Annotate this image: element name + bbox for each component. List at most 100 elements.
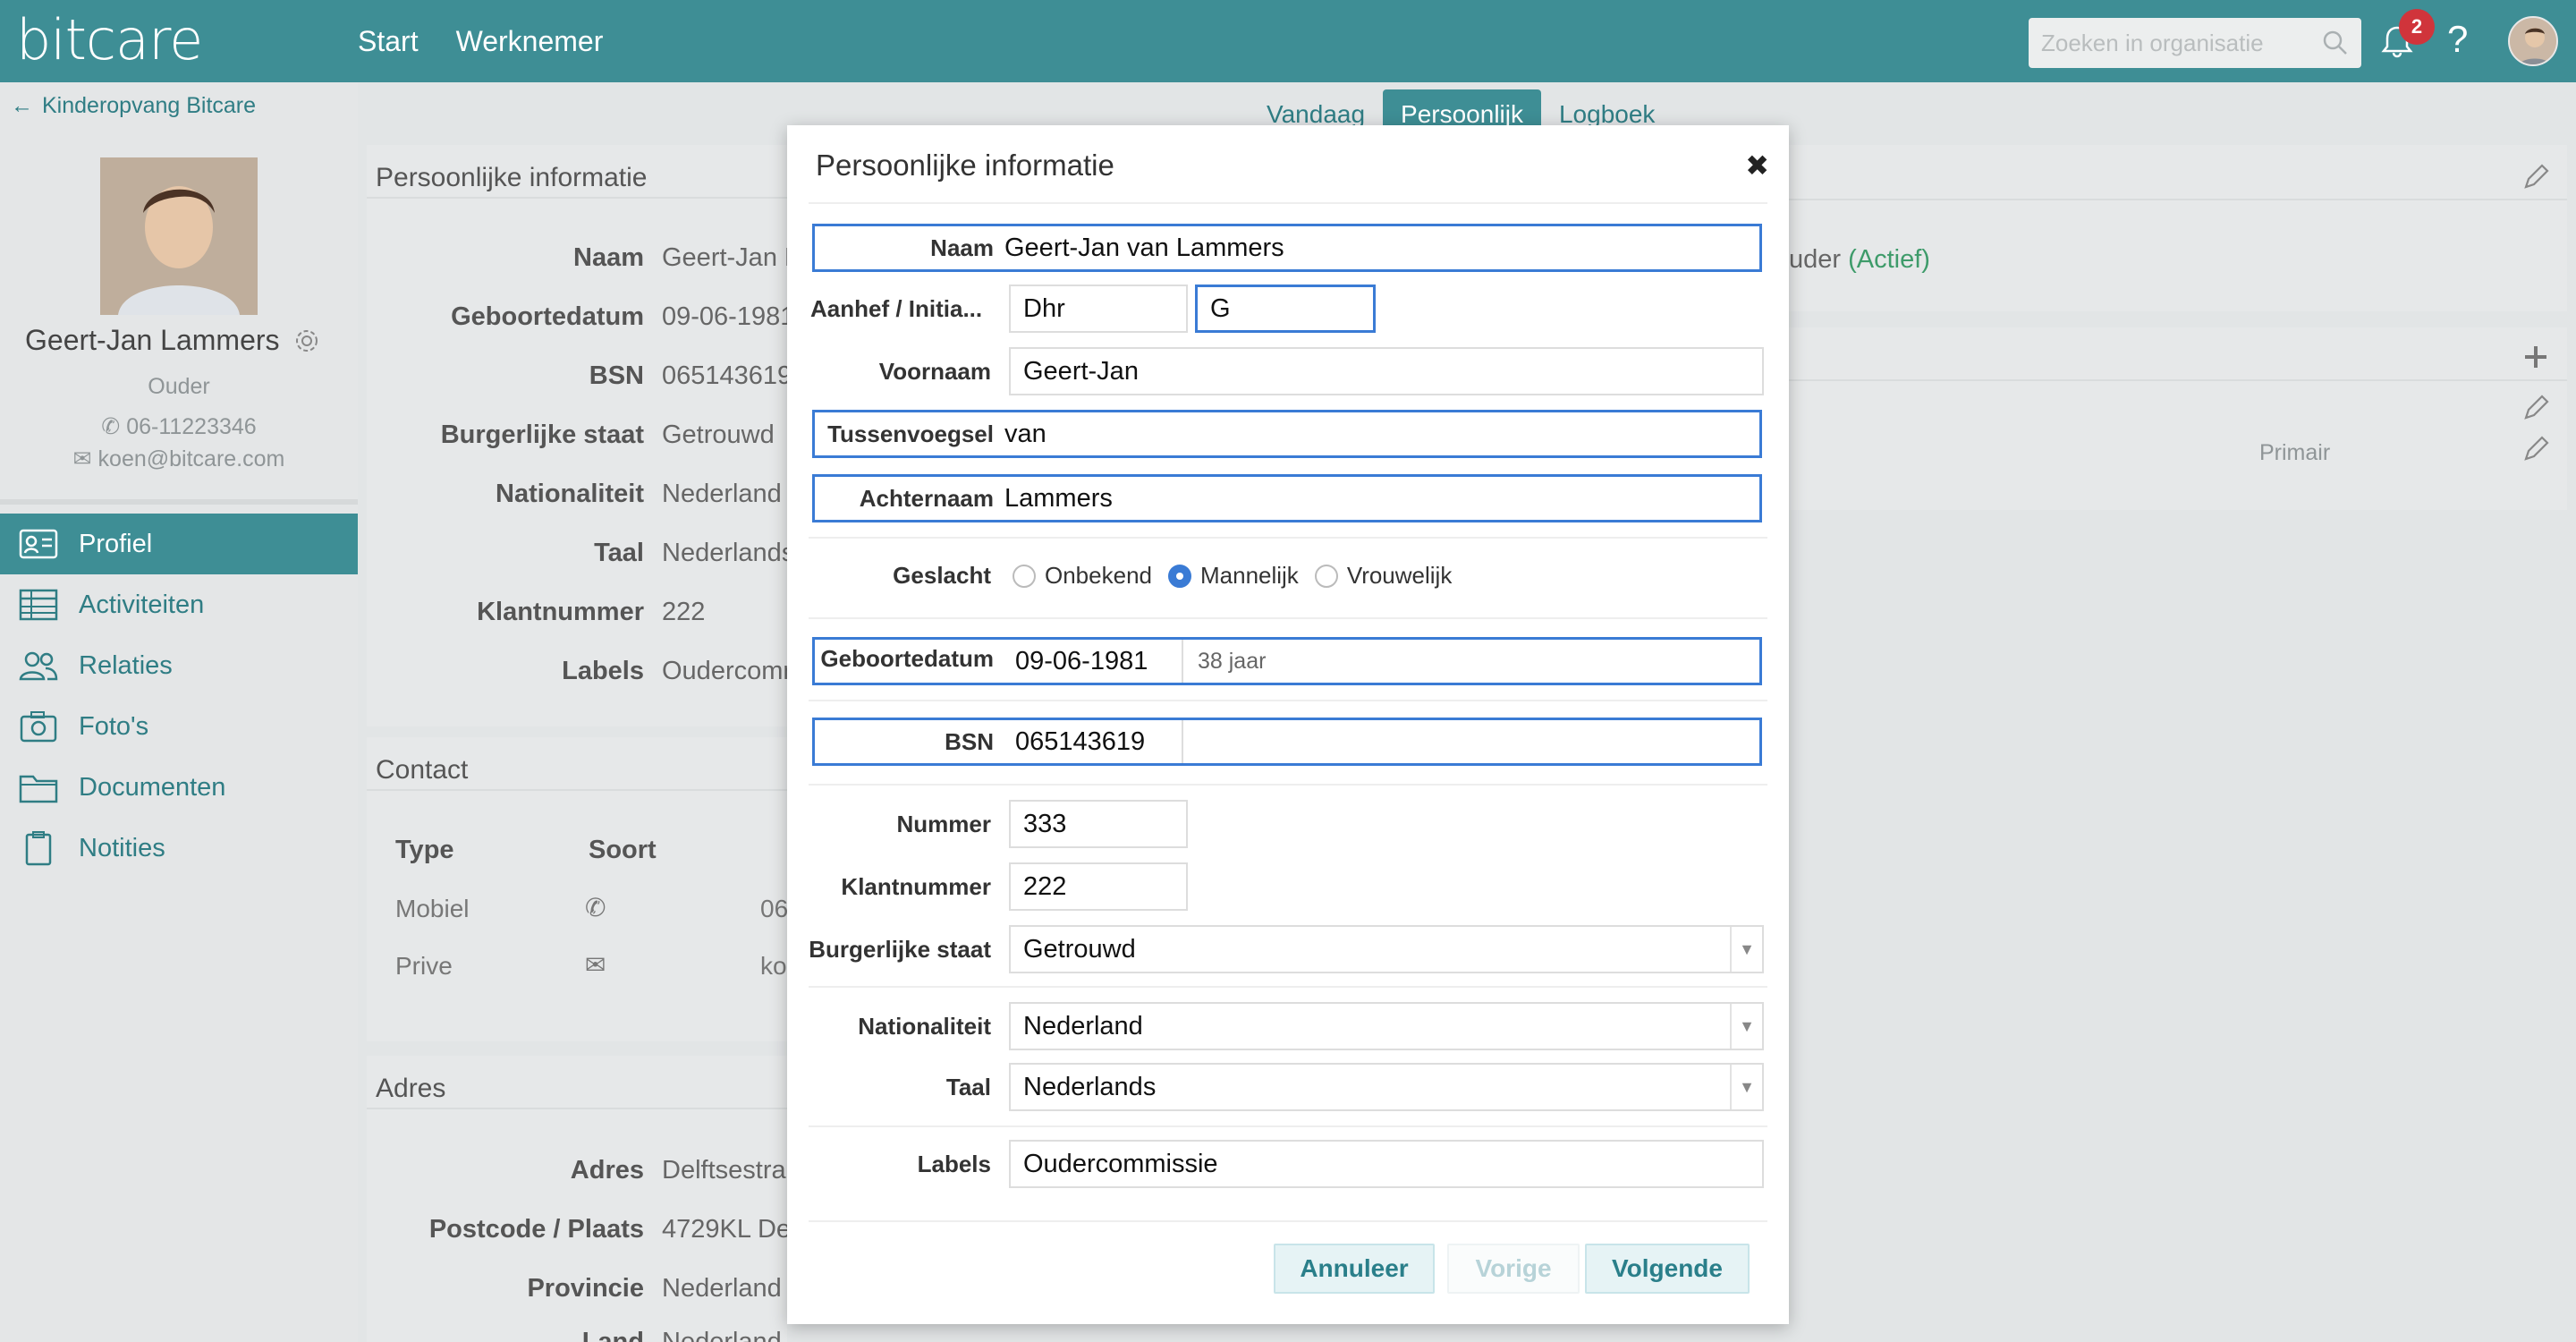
kv-value-adres: Delftsestra [662, 1156, 786, 1185]
burgerlijke-staat-label: Burgerlijke staat [809, 935, 991, 963]
klantnummer-field[interactable]: 222 [1009, 862, 1188, 911]
notification-badge[interactable]: 2 [2399, 9, 2435, 45]
aanhef-field[interactable]: Dhr [1009, 285, 1188, 333]
gear-icon[interactable] [292, 327, 321, 355]
naam-value[interactable]: Geert-Jan van Lammers [1004, 226, 1284, 269]
geboortedatum-value[interactable]: 09-06-1981 [1004, 640, 1183, 683]
initials-field[interactable]: G [1195, 285, 1376, 333]
app-logo[interactable]: bitcare [16, 7, 203, 72]
kv-label-adres: Adres [570, 1156, 644, 1185]
modal-divider [809, 1220, 1767, 1222]
sidebar-menu: Profiel Activiteiten Relaties Foto's Doc… [0, 514, 358, 879]
kv-value-postcode: 4729KL De [662, 1215, 792, 1244]
phone-icon: ✆ [585, 894, 606, 922]
kv-label-land: Land [581, 1328, 644, 1342]
tussenvoegsel-row: Tussenvoegsel van [812, 410, 1762, 458]
close-icon[interactable]: ✖ [1745, 149, 1769, 183]
radio-onbekend-label: Onbekend [1045, 562, 1152, 589]
role-label: uder [1789, 245, 1842, 274]
folder-icon [19, 775, 58, 803]
nav-werknemer[interactable]: Werknemer [456, 25, 604, 58]
sidebar-item-label: Profiel [79, 529, 153, 558]
contact-panel: Contact Type Soort Mobiel ✆ 06 Prive ✉ k… [367, 737, 788, 1041]
status-badge: (Actief) [1848, 245, 1930, 274]
top-nav: Start Werknemer [358, 25, 603, 58]
nationaliteit-select[interactable]: Nederland ▼ [1009, 1002, 1764, 1050]
help-icon[interactable]: ? [2447, 18, 2468, 61]
nummer-field[interactable]: 333 [1009, 800, 1188, 848]
primary-label: Primair [2259, 440, 2331, 465]
sidebar-item-relaties[interactable]: Relaties [0, 635, 358, 696]
profile-photo [100, 157, 258, 315]
search-icon[interactable] [2322, 30, 2349, 56]
role-panel: uder (Actief) [1789, 145, 2567, 311]
labels-field[interactable]: Oudercommissie [1009, 1140, 1764, 1188]
contact-value-prive: ko [760, 952, 787, 980]
kv-value-taal: Nederlands [662, 539, 795, 567]
profile-email[interactable]: ✉ koen@bitcare.com [0, 446, 358, 472]
sidebar-item-activiteiten[interactable]: Activiteiten [0, 574, 358, 635]
modal-title: Persoonlijke informatie [816, 149, 1114, 182]
sidebar-item-fotos[interactable]: Foto's [0, 696, 358, 757]
users-icon [19, 651, 58, 681]
previous-button[interactable]: Vorige [1447, 1244, 1580, 1294]
contact-header-type: Type [395, 836, 454, 864]
modal-divider [809, 537, 1767, 539]
tussenvoegsel-value[interactable]: van [1004, 412, 1046, 455]
back-link[interactable]: ← Kinderopvang Bitcare [11, 93, 256, 119]
kv-label-burgerlijke-staat: Burgerlijke staat [440, 420, 644, 449]
plus-icon[interactable] [2522, 344, 2549, 370]
taal-select[interactable]: Nederlands ▼ [1009, 1063, 1764, 1111]
nationaliteit-value: Nederland [1023, 1011, 1143, 1040]
pencil-icon[interactable] [2521, 435, 2551, 465]
sidebar-item-label: Documenten [79, 772, 226, 802]
kv-label-naam: Naam [573, 243, 644, 272]
pencil-icon[interactable] [2521, 163, 2551, 193]
sidebar-divider [0, 499, 358, 505]
id-card-icon [19, 529, 58, 559]
radio-mannelijk[interactable] [1167, 564, 1191, 588]
bsn-value[interactable]: 065143619 [1004, 720, 1183, 763]
age-label: 38 jaar [1198, 648, 1267, 674]
contact-title: Contact [367, 737, 787, 791]
kv-label-bsn: BSN [589, 361, 644, 390]
kv-label-labels: Labels [562, 657, 644, 685]
sidebar-item-documenten[interactable]: Documenten [0, 757, 358, 818]
arrow-left-icon: ← [11, 93, 33, 118]
chevron-down-icon: ▼ [1730, 1065, 1762, 1109]
kv-value-burgerlijke-staat: Getrouwd [662, 420, 775, 449]
radio-vrouwelijk-label: Vrouwelijk [1346, 562, 1453, 589]
clipboard-icon [25, 831, 52, 866]
kv-value-labels: Oudercomm [662, 657, 805, 685]
search-input[interactable]: Zoeken in organisatie [2029, 18, 2361, 68]
geslacht-label: Geslacht [893, 561, 991, 589]
cancel-button[interactable]: Annuleer [1274, 1244, 1435, 1294]
sidebar-item-label: Activiteiten [79, 590, 205, 619]
modal-divider [809, 700, 1767, 701]
user-avatar[interactable] [2508, 16, 2558, 66]
sidebar-item-profiel[interactable]: Profiel [0, 514, 358, 574]
table-icon [19, 589, 58, 621]
profile-name: Geert-Jan Lammers [25, 324, 280, 356]
sidebar-item-label: Relaties [79, 650, 173, 680]
kv-value-provincie: Nederland [662, 1274, 782, 1303]
taal-label: Taal [945, 1073, 991, 1100]
top-bar: bitcare Start Werknemer Zoeken in organi… [0, 0, 2576, 82]
naam-row: Naam Geert-Jan van Lammers [812, 224, 1762, 272]
nav-start[interactable]: Start [358, 25, 419, 58]
pencil-icon[interactable] [2521, 394, 2551, 424]
voornaam-field[interactable]: Geert-Jan [1009, 347, 1764, 395]
burgerlijke-staat-select[interactable]: Getrouwd ▼ [1009, 925, 1764, 973]
achternaam-value[interactable]: Lammers [1004, 477, 1113, 520]
next-button[interactable]: Volgende [1585, 1244, 1750, 1294]
radio-vrouwelijk[interactable] [1314, 564, 1338, 588]
kv-value-naam: Geert-Jan L [662, 243, 800, 272]
kv-label-taal: Taal [594, 539, 644, 567]
address-title: Adres [367, 1056, 787, 1109]
kv-value-geboortedatum: 09-06-1981 [662, 302, 795, 331]
radio-onbekend[interactable] [1013, 564, 1036, 588]
naam-label: Naam [930, 234, 994, 261]
modal-divider [809, 1125, 1767, 1127]
profile-phone: ✆ 06-11223346 [0, 413, 358, 440]
sidebar-item-notities[interactable]: Notities [0, 818, 358, 879]
